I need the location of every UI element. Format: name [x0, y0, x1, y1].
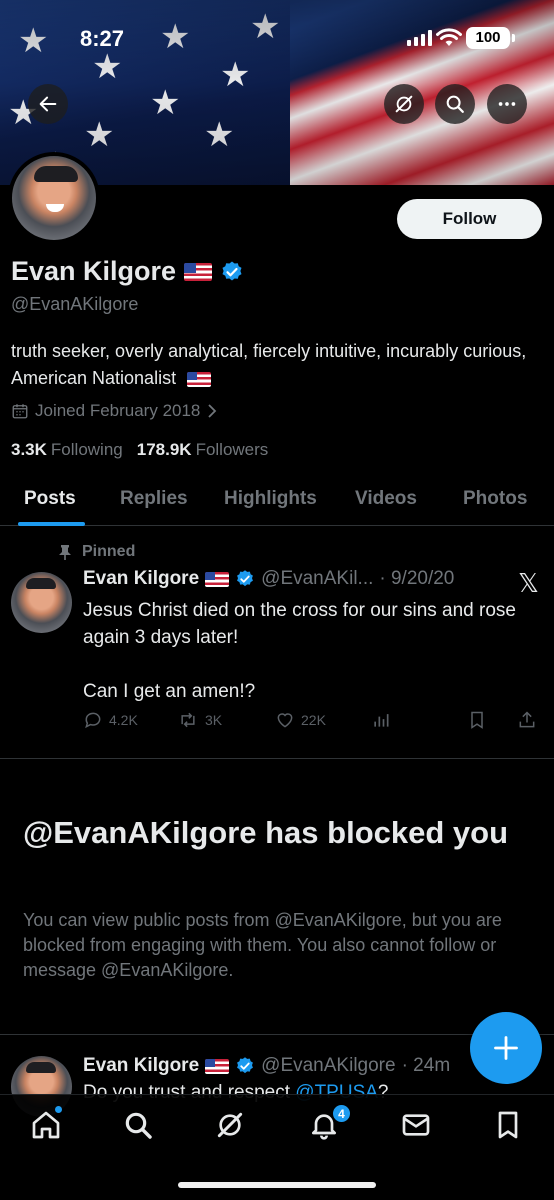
profile-bio: truth seeker, overly analytical, fiercel…: [11, 338, 541, 392]
heart-icon: [277, 713, 293, 728]
post-time: · 24m: [401, 1055, 451, 1076]
cellular-signal-icon: [407, 30, 432, 46]
plus-icon: [494, 1036, 518, 1060]
status-time: 8:27: [80, 26, 125, 51]
tab-photos[interactable]: Photos: [463, 488, 527, 510]
bookmark-icon: [471, 711, 483, 729]
profile-bio-text: truth seeker, overly analytical, fiercel…: [11, 341, 527, 388]
post-author-handle: @EvanAKil...: [261, 568, 374, 589]
wifi-icon: [436, 28, 462, 46]
share-icon: [519, 711, 535, 728]
x-logo-icon: 𝕏: [518, 568, 539, 598]
profile-name: Evan Kilgore: [11, 256, 177, 286]
more-options-button[interactable]: [487, 84, 527, 124]
us-flag-icon: [205, 571, 230, 587]
grok-icon[interactable]: [214, 1109, 246, 1141]
status-bar: 8:27 100: [0, 24, 554, 54]
search-icon: [446, 95, 464, 113]
pin-icon: [59, 545, 71, 560]
follow-stats: 3.3K Following 178.9K Followers: [11, 440, 268, 460]
verified-badge-icon[interactable]: [220, 260, 244, 284]
joined-date[interactable]: Joined February 2018: [11, 401, 218, 421]
blocked-title: @EvanAKilgore has blocked you: [23, 815, 509, 850]
grok-icon: [395, 95, 413, 113]
post-text-line: Can I get an amen!?: [83, 681, 256, 702]
post-author-name[interactable]: Evan Kilgore: [83, 1055, 199, 1077]
back-button[interactable]: [28, 84, 68, 124]
pinned-label: Pinned: [58, 543, 135, 561]
home-icon[interactable]: [30, 1109, 62, 1141]
post-avatar[interactable]: [11, 572, 72, 633]
battery-indicator: 100: [466, 27, 515, 49]
profile-tabs: Posts Replies Highlights Videos Photos: [0, 474, 554, 526]
profile-name-row: Evan Kilgore: [11, 256, 244, 287]
tab-posts[interactable]: Posts: [24, 488, 76, 510]
post-actions: 4.2K 3K 22K: [83, 710, 543, 736]
post-date: · 9/20/20: [379, 568, 455, 589]
post-header: Evan Kilgore @EvanAKilgore · 24m: [83, 1055, 450, 1077]
joined-text: Joined February 2018: [35, 401, 201, 420]
views-button[interactable]: [371, 710, 391, 730]
repost-icon: [181, 712, 195, 728]
post-author-name[interactable]: Evan Kilgore: [83, 568, 199, 590]
notifications-badge: 4: [332, 1104, 351, 1123]
follow-button[interactable]: Follow: [397, 199, 542, 239]
tab-replies[interactable]: Replies: [120, 488, 188, 510]
grok-button[interactable]: [384, 84, 424, 124]
reply-icon: [85, 712, 101, 729]
home-indicator[interactable]: [178, 1182, 376, 1188]
profile-handle: @EvanAKilgore: [11, 294, 139, 314]
followers-link[interactable]: 178.9K Followers: [137, 440, 269, 460]
post-text-line: Jesus Christ died on the cross for our s…: [83, 600, 516, 648]
repost-button[interactable]: 3K: [177, 710, 222, 730]
tab-highlights[interactable]: Highlights: [224, 488, 317, 510]
verified-badge-icon: [237, 570, 254, 587]
home-unread-dot: [55, 1106, 62, 1113]
compose-post-button[interactable]: [470, 1012, 542, 1084]
us-flag-icon: [187, 371, 212, 387]
active-tab-indicator: [18, 522, 85, 526]
reply-button[interactable]: 4.2K: [83, 710, 138, 730]
search-button[interactable]: [435, 84, 475, 124]
verified-badge-icon: [237, 1057, 254, 1074]
back-arrow-icon: [39, 96, 57, 112]
messages-envelope-icon[interactable]: [400, 1109, 432, 1141]
like-button[interactable]: 22K: [275, 710, 326, 730]
analytics-icon: [374, 714, 389, 727]
divider: [0, 1034, 554, 1035]
us-flag-icon: [205, 1058, 230, 1074]
bookmarks-icon[interactable]: [492, 1109, 524, 1141]
post-header: Evan Kilgore @EvanAKil... · 9/20/20: [83, 568, 454, 590]
blocked-message: You can view public posts from @EvanAKil…: [23, 910, 502, 980]
us-flag-icon: [184, 262, 213, 281]
post-body[interactable]: Jesus Christ died on the cross for our s…: [83, 597, 523, 705]
search-icon[interactable]: [122, 1109, 154, 1141]
post-author-handle: @EvanAKilgore: [261, 1055, 396, 1076]
profile-avatar[interactable]: [8, 152, 100, 244]
following-link[interactable]: 3.3K Following: [11, 440, 123, 460]
share-button[interactable]: [517, 710, 537, 730]
tab-videos[interactable]: Videos: [355, 488, 417, 510]
divider: [0, 758, 554, 759]
bookmark-button[interactable]: [467, 710, 487, 730]
chevron-right-icon: [208, 404, 217, 418]
more-dots-icon: [498, 102, 516, 106]
calendar-icon: [12, 404, 28, 419]
